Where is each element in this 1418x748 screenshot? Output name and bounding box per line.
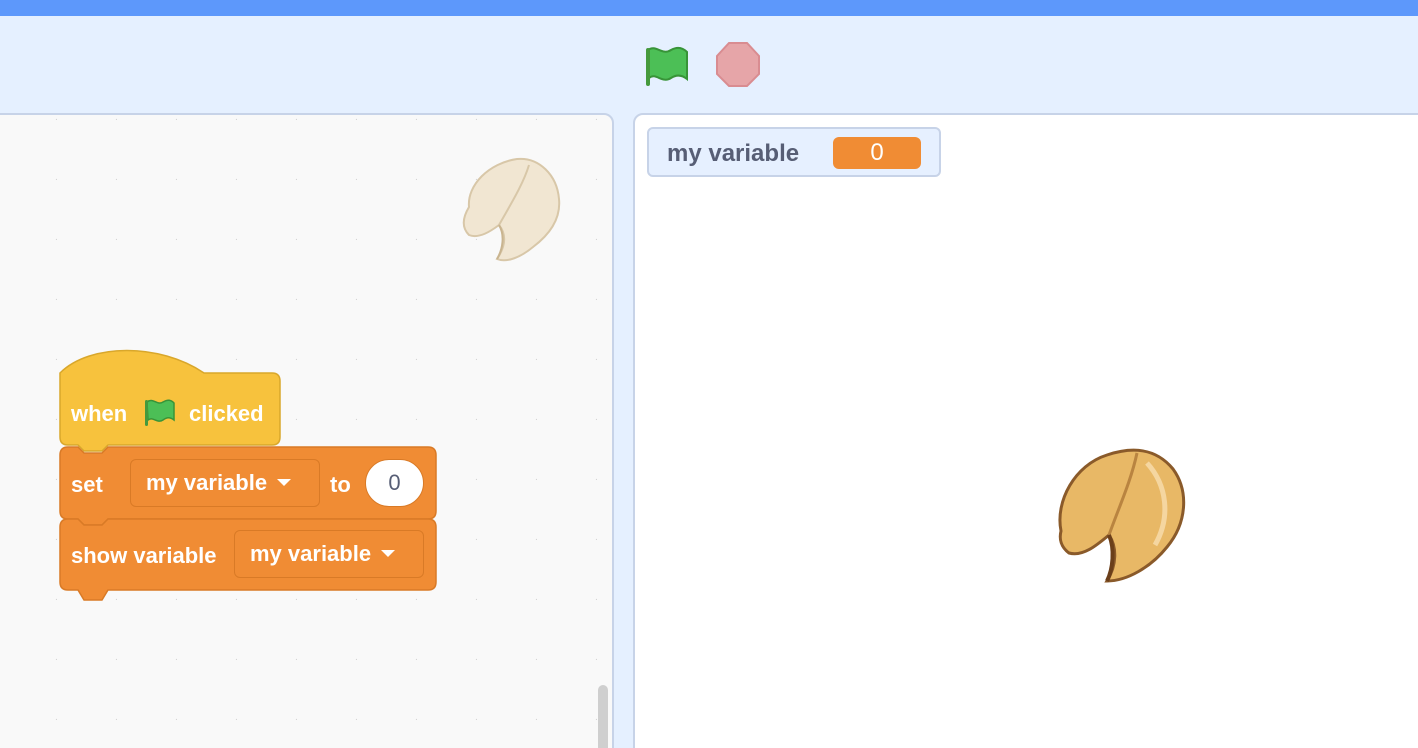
set-variable-dropdown[interactable]: my variable — [130, 459, 320, 507]
clicked-label: clicked — [189, 401, 264, 426]
stage[interactable]: my variable 0 — [633, 113, 1418, 748]
stop-button[interactable] — [713, 40, 763, 90]
green-flag-button[interactable] — [642, 40, 692, 90]
green-flag-icon — [646, 46, 688, 86]
set-value-input[interactable]: 0 — [365, 459, 424, 507]
menu-bar — [0, 0, 1418, 16]
green-flag-icon — [145, 399, 175, 426]
chevron-down-icon — [381, 549, 396, 557]
workspace-scrollbar[interactable] — [598, 685, 608, 748]
stage-controls — [0, 16, 1418, 112]
code-workspace[interactable]: when clicked set my variable to 0 show v… — [0, 113, 614, 748]
dropdown-value: my variable — [250, 541, 372, 566]
variable-monitor[interactable]: my variable 0 — [647, 127, 941, 177]
dropdown-value: my variable — [146, 470, 268, 495]
fortune-cookie-icon[interactable] — [1051, 445, 1191, 587]
show-variable-label: show variable — [71, 543, 217, 568]
monitor-label: my variable — [667, 140, 800, 167]
show-variable-dropdown[interactable]: my variable — [234, 530, 424, 578]
script-blocks — [59, 349, 437, 601]
chevron-down-icon — [277, 478, 292, 486]
when-label: when — [71, 401, 128, 426]
to-label: to — [330, 472, 351, 497]
set-label: set — [71, 472, 103, 497]
stop-sign-icon — [716, 42, 760, 87]
monitor-value: 0 — [833, 137, 921, 169]
